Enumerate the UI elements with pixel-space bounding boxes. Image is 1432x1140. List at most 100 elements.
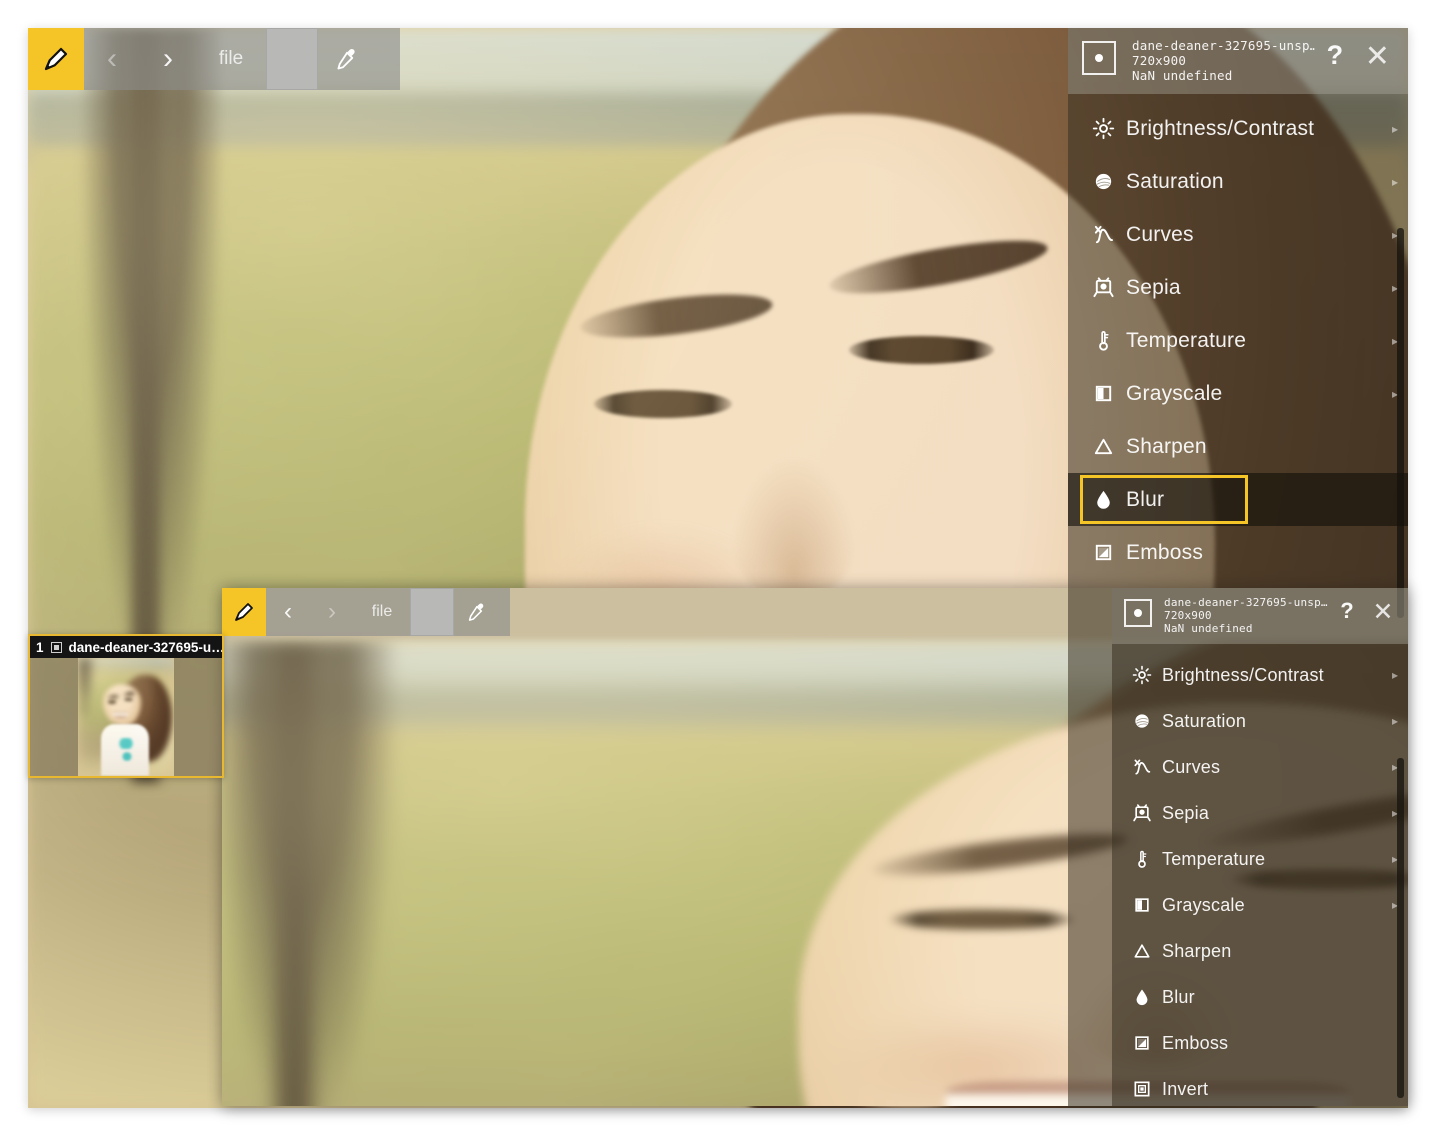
image-filesize: NaN undefined <box>1132 68 1233 83</box>
help-button[interactable]: ? <box>1315 40 1355 71</box>
filter-menu-item-curves[interactable]: Curves ▸ <box>1112 744 1408 790</box>
filter-menu-item-label: Blur <box>1162 986 1195 1007</box>
filter-menu-item-sharpen[interactable]: Sharpen <box>1068 420 1408 473</box>
secondary-toolbar: ‹ › file <box>222 588 510 636</box>
image-dimensions: 720x900 <box>1132 53 1187 68</box>
panel-scrollbar[interactable] <box>1397 228 1404 618</box>
pen-icon <box>235 603 253 621</box>
half-square-icon <box>1122 895 1162 915</box>
chevron-right-icon: ▸ <box>1391 333 1399 348</box>
filter-menu-item-blur[interactable]: Blur <box>1112 974 1408 1020</box>
filter-menu-item-brightness-contrast[interactable]: Brightness/Contrast ▸ <box>1112 652 1408 698</box>
thumbnail-panel[interactable]: 1 dane-deaner-327695-u… <box>28 634 224 778</box>
chevron-right-icon: ▸ <box>1391 852 1399 866</box>
chevron-right-icon: ▸ <box>1391 174 1399 189</box>
filter-menu-item-label: Sepia <box>1162 802 1210 823</box>
image-filename: dane-deaner-327695-unsp… <box>1132 38 1316 53</box>
curve-icon <box>1080 223 1126 246</box>
filter-menu-item-temperature[interactable]: Temperature ▸ <box>1068 314 1408 367</box>
sphere-icon <box>1080 170 1126 193</box>
filter-menu-item-label: Temperature <box>1126 328 1247 352</box>
secondary-filter-panel: dane-deaner-327695-unsp… 720x900 NaN und… <box>1112 588 1408 1106</box>
filter-menu-item-grayscale[interactable]: Grayscale ▸ <box>1068 367 1408 420</box>
filter-menu-item-sepia[interactable]: Sepia ▸ <box>1068 261 1408 314</box>
filter-menu-item-saturation[interactable]: Saturation ▸ <box>1112 698 1408 744</box>
filter-menu-item-label: Saturation <box>1162 710 1247 731</box>
secondary-pen-tool-button[interactable] <box>222 588 266 636</box>
filter-menu-item-temperature[interactable]: Temperature ▸ <box>1112 836 1408 882</box>
close-button[interactable]: ✕ <box>1355 39 1400 74</box>
filter-menu-item-label: Temperature <box>1162 848 1266 869</box>
pen-icon <box>44 47 68 71</box>
image-dimensions: 720x900 <box>1164 609 1212 622</box>
chevron-right-icon: ▸ <box>1391 668 1399 682</box>
chevron-right-icon: ▸ <box>1391 714 1399 728</box>
filter-menu-item-label: Emboss <box>1162 1032 1229 1053</box>
filter-menu-item-label: Saturation <box>1126 169 1224 193</box>
filter-menu-item-label: Blur <box>1126 487 1165 511</box>
filter-menu-item-label: Sharpen <box>1126 434 1207 458</box>
emboss-square-icon <box>1122 1033 1162 1053</box>
secondary-panel-header: dane-deaner-327695-unsp… 720x900 NaN und… <box>1112 588 1408 644</box>
main-filter-menu: Brightness/Contrast ▸ Saturation ▸ Curves ▸ Se… <box>1068 94 1408 579</box>
chevron-right-icon: ▸ <box>1391 121 1399 136</box>
thermometer-icon <box>1080 329 1126 352</box>
image-info-icon <box>1082 41 1116 75</box>
eyedropper-icon <box>337 48 355 70</box>
filter-menu-item-sharpen[interactable]: Sharpen <box>1112 928 1408 974</box>
filter-menu-item-saturation[interactable]: Saturation ▸ <box>1068 155 1408 208</box>
image-info-icon <box>1124 599 1152 627</box>
secondary-history-forward-button[interactable]: › <box>310 588 354 636</box>
thumbnail-index: 1 <box>36 639 44 655</box>
eyedropper-icon <box>468 603 484 621</box>
filter-menu-item-sepia[interactable]: Sepia ▸ <box>1112 790 1408 836</box>
pen-tool-button[interactable] <box>28 28 84 90</box>
history-back-button[interactable]: ‹ <box>84 28 140 90</box>
filter-menu-item-label: Curves <box>1162 756 1221 777</box>
filter-menu-item-blur[interactable]: Blur <box>1068 473 1408 526</box>
thumbnail-image[interactable] <box>78 658 174 776</box>
droplet-icon <box>1080 488 1126 511</box>
image-filename: dane-deaner-327695-unsp… <box>1164 596 1328 609</box>
secondary-image-metadata: dane-deaner-327695-unsp… 720x900 NaN und… <box>1164 596 1330 635</box>
filter-menu-item-label: Grayscale <box>1162 894 1245 915</box>
sun-icon <box>1122 665 1162 685</box>
invert-icon <box>1122 1079 1162 1099</box>
sepia-icon <box>1080 276 1126 299</box>
main-toolbar: ‹ › file <box>28 28 400 90</box>
filter-menu-item-label: Brightness/Contrast <box>1162 664 1324 685</box>
chevron-right-icon: ▸ <box>1391 898 1399 912</box>
filter-menu-item-label: Sepia <box>1126 275 1181 299</box>
secondary-close-button[interactable]: ✕ <box>1364 597 1402 627</box>
filter-menu-item-label: Brightness/Contrast <box>1126 116 1315 140</box>
file-menu-button[interactable]: file <box>196 28 266 90</box>
triangle-icon <box>1080 435 1126 458</box>
filter-menu-item-emboss[interactable]: Emboss <box>1068 526 1408 579</box>
filter-menu-item-label: Curves <box>1126 222 1194 246</box>
chevron-right-icon: ▸ <box>1391 806 1399 820</box>
filter-menu-item-grayscale[interactable]: Grayscale ▸ <box>1112 882 1408 928</box>
filter-menu-item-curves[interactable]: Curves ▸ <box>1068 208 1408 261</box>
secondary-eyedropper-button[interactable] <box>454 588 498 636</box>
sun-icon <box>1080 117 1126 140</box>
history-forward-button[interactable]: › <box>140 28 196 90</box>
secondary-help-button[interactable]: ? <box>1330 598 1364 624</box>
chevron-right-icon: ▸ <box>1391 760 1399 774</box>
filter-menu-item-emboss[interactable]: Emboss <box>1112 1020 1408 1066</box>
sphere-icon <box>1122 711 1162 731</box>
secondary-history-back-button[interactable]: ‹ <box>266 588 310 636</box>
emboss-square-icon <box>1080 541 1126 564</box>
filter-menu-item-label: Emboss <box>1126 540 1204 564</box>
layer-square-icon <box>50 641 62 653</box>
eyedropper-button[interactable] <box>318 28 374 90</box>
secondary-panel-scrollbar[interactable] <box>1397 758 1404 1098</box>
filter-menu-item-invert[interactable]: Invert <box>1112 1066 1408 1106</box>
filter-menu-item-brightness-contrast[interactable]: Brightness/Contrast ▸ <box>1068 102 1408 155</box>
thermometer-icon <box>1122 849 1162 869</box>
sepia-icon <box>1122 803 1162 823</box>
droplet-icon <box>1122 987 1162 1007</box>
thumbnail-filename: dane-deaner-327695-u… <box>68 639 222 655</box>
secondary-file-menu-button[interactable]: file <box>354 588 410 636</box>
filter-menu-item-label: Invert <box>1162 1078 1209 1099</box>
filter-menu-item-label: Grayscale <box>1126 381 1223 405</box>
